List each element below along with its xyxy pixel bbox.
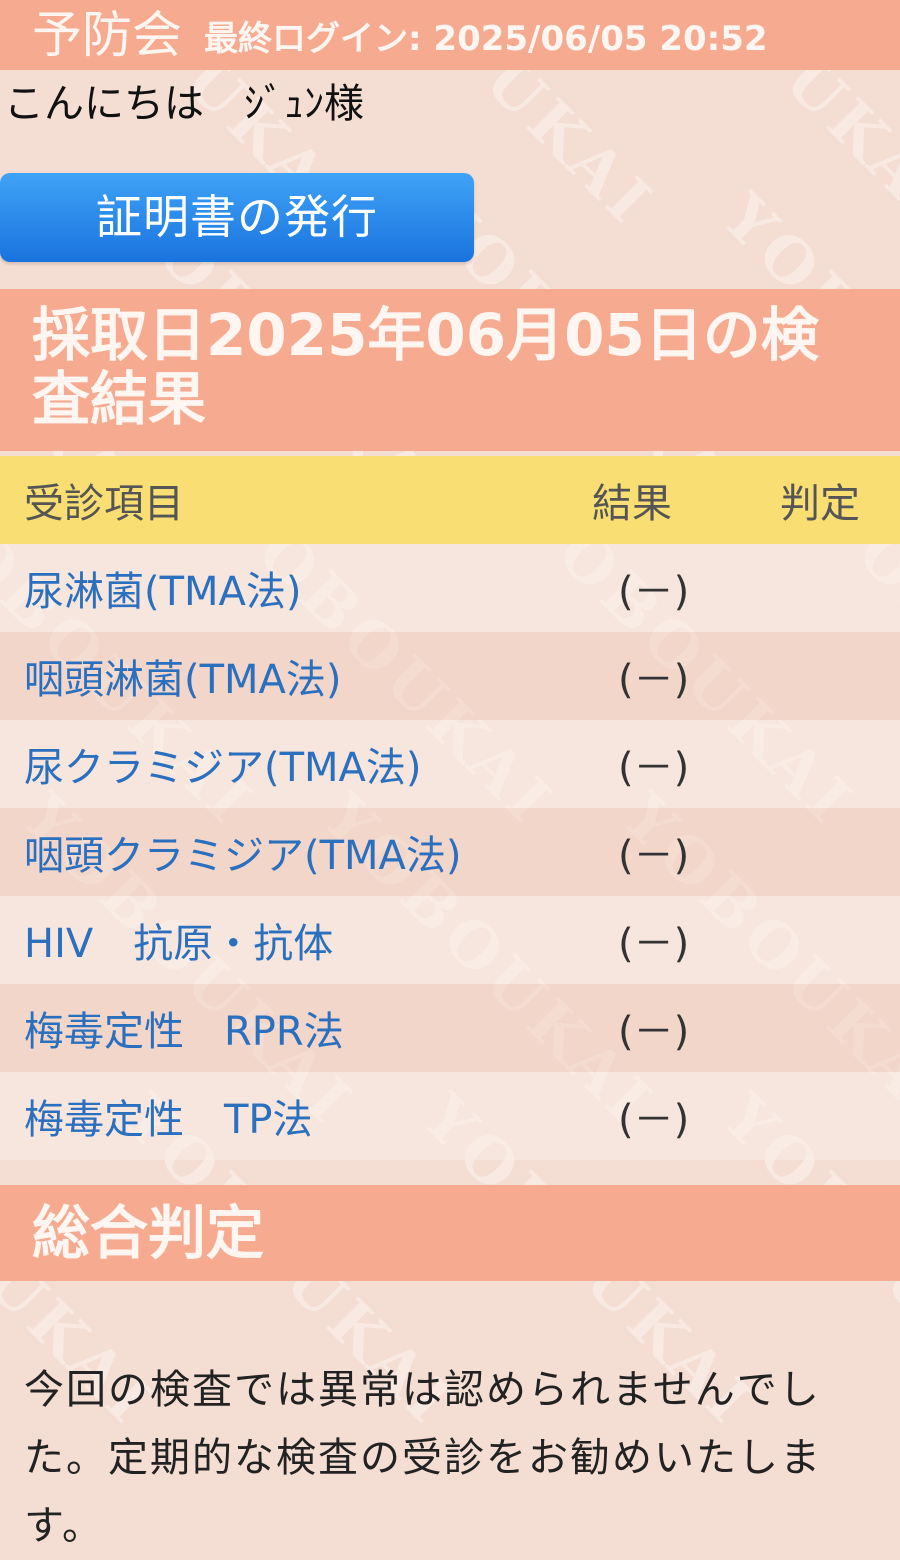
table-row: 梅毒定性 RPR法 (－) xyxy=(0,984,900,1072)
test-result: (－) xyxy=(618,569,690,615)
last-login-text: 最終ログイン: 2025/06/05 20:52 xyxy=(204,18,768,59)
result-title: 採取日2025年06月05日の検査結果 xyxy=(0,289,900,451)
app-title: 予防会 xyxy=(32,6,182,64)
column-header-judgement: 判定 xyxy=(780,481,860,527)
test-item-name: 尿淋菌(TMA法) xyxy=(24,569,302,615)
table-row: 梅毒定性 TP法 (－) xyxy=(0,1072,900,1160)
test-result: (－) xyxy=(618,745,690,791)
test-item-name: 咽頭淋菌(TMA法) xyxy=(24,657,342,703)
test-result: (－) xyxy=(618,833,690,879)
test-result: (－) xyxy=(618,1097,690,1143)
test-result: (－) xyxy=(618,657,690,703)
table-row: HIV 抗原・抗体 (－) xyxy=(0,896,900,984)
column-header-result: 結果 xyxy=(592,481,672,527)
test-result: (－) xyxy=(618,1009,690,1055)
app-header: 予防会 最終ログイン: 2025/06/05 20:52 xyxy=(0,0,900,70)
results-table: 尿淋菌(TMA法) (－) 咽頭淋菌(TMA法) (－) 尿クラミジア(TMA法… xyxy=(0,544,900,1160)
test-item-name: 梅毒定性 RPR法 xyxy=(24,1009,344,1055)
summary-title: 総合判定 xyxy=(0,1185,900,1281)
table-row: 咽頭淋菌(TMA法) (－) xyxy=(0,632,900,720)
test-item-name: 尿クラミジア(TMA法) xyxy=(24,745,422,791)
issue-certificate-button[interactable]: 証明書の発行 xyxy=(0,173,474,262)
test-result: (－) xyxy=(618,921,690,967)
greeting-text: こんにちは ｼﾞｭﾝ様 xyxy=(4,81,364,127)
table-row: 尿クラミジア(TMA法) (－) xyxy=(0,720,900,808)
table-row: 尿淋菌(TMA法) (－) xyxy=(0,544,900,632)
summary-text: 今回の検査では異常は認められませんでした。定期的な検査の受診をお勧めいたします。 xyxy=(24,1367,822,1549)
table-header-row: 受診項目 結果 判定 xyxy=(0,456,900,544)
table-row: 咽頭クラミジア(TMA法) (－) xyxy=(0,808,900,896)
test-item-name: 梅毒定性 TP法 xyxy=(24,1097,313,1143)
column-header-item: 受診項目 xyxy=(24,481,184,527)
test-item-name: 咽頭クラミジア(TMA法) xyxy=(24,833,462,879)
test-item-name: HIV 抗原・抗体 xyxy=(24,921,334,967)
